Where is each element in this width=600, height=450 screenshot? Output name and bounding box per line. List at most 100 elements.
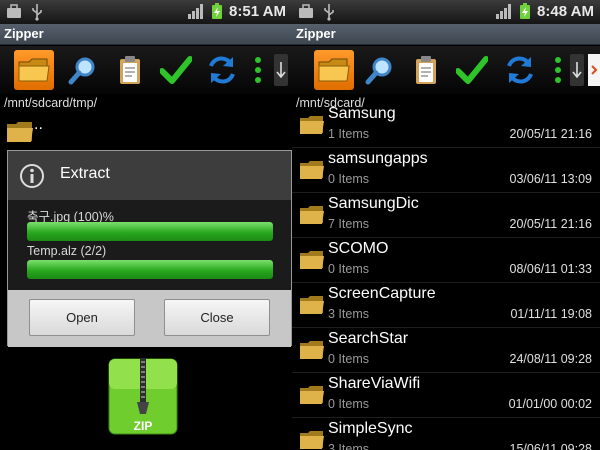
clipboard-icon [120,56,140,84]
item-count: 0 Items [328,352,369,366]
list-item[interactable]: SearchStar 0 Items 24/08/11 09:28 [292,328,600,373]
progress-bar-archive [27,260,273,279]
signal-icon [188,4,204,19]
folder-icon [300,431,324,449]
dialog-body: 축구.jpg (100)% Temp.alz (2/2) [8,200,291,290]
progress-label-archive: Temp.alz (2/2) [27,244,107,258]
briefcase-icon [7,4,21,18]
select-button[interactable] [452,50,492,90]
checkmark-icon [456,56,488,84]
dialog-title: Extract [60,165,110,182]
folder-name: SCOMO [328,240,389,257]
folder-icon [318,58,350,82]
clipboard-button[interactable] [110,50,150,90]
toolbar [292,46,600,94]
left-screen: 8:51 AM Zipper /mnt/sdcard/tmp/ .. Extra… [0,0,292,450]
zip-label: ZIP [134,419,153,433]
item-count: 3 Items [328,307,369,321]
clock: 8:48 AM [537,2,594,20]
modified-date: 01/01/00 00:02 [508,397,592,411]
item-count: 0 Items [328,397,369,411]
folder-name: samsungapps [328,150,428,167]
list-item[interactable]: SCOMO 0 Items 08/06/11 01:33 [292,238,600,283]
scroll-down-button[interactable] [274,54,288,86]
folder-icon [7,122,33,142]
status-bar: 8:51 AM [0,0,292,24]
item-count: 3 Items [328,442,369,450]
progress-bar-file [27,222,273,241]
battery-charging-icon [212,3,223,19]
folder-button[interactable] [314,50,354,90]
info-icon [20,164,44,188]
chevron-right-icon [591,65,598,75]
toolbar [0,46,292,94]
modified-date: 01/11/11 19:08 [510,307,592,321]
battery-charging-icon [520,3,531,19]
zipper-app-icon[interactable]: ZIP [108,358,178,435]
folder-name: SamsungDic [328,195,419,212]
list-item[interactable]: SamsungDic 7 Items 20/05/11 21:16 [292,193,600,238]
modified-date: 24/08/11 09:28 [509,352,592,366]
item-count: 0 Items [328,262,369,276]
list-item[interactable]: Samsung 1 Items 20/05/11 21:16 [292,103,600,148]
close-button[interactable]: Close [164,299,270,336]
modified-date: 15/06/11 09:28 [509,442,592,450]
search-icon [365,57,392,85]
search-button[interactable] [63,50,103,90]
more-button[interactable] [246,50,270,90]
more-icon [255,57,261,83]
list-item[interactable]: ScreenCapture 3 Items 01/11/11 19:08 [292,283,600,328]
item-count: 0 Items [328,172,369,186]
list-item[interactable]: ShareViaWifi 0 Items 01/01/00 00:02 [292,373,600,418]
dialog-button-bar: Open Close [8,290,291,347]
folder-icon [300,251,324,269]
folder-button[interactable] [14,50,54,90]
refresh-icon [209,56,235,84]
more-button[interactable] [546,50,570,90]
folder-name: ShareViaWifi [328,375,421,392]
signal-icon [496,4,512,19]
modified-date: 03/06/11 13:09 [509,172,592,186]
arrow-down-icon [276,62,286,79]
select-button[interactable] [156,50,196,90]
arrow-down-icon [572,62,582,79]
folder-name: SearchStar [328,330,409,347]
refresh-icon [507,56,533,84]
scroll-down-button[interactable] [570,54,584,86]
clock: 8:51 AM [229,2,286,20]
extract-dialog: Extract 축구.jpg (100)% Temp.alz (2/2) Ope… [7,150,292,347]
list-item[interactable]: samsungapps 0 Items 03/06/11 13:09 [292,148,600,193]
refresh-button[interactable] [500,50,540,90]
folder-icon [300,386,324,404]
current-path: /mnt/sdcard/tmp/ [4,96,98,110]
progress-fill-archive [27,260,273,279]
modified-date: 20/05/11 21:16 [509,217,592,231]
refresh-button[interactable] [202,50,242,90]
folder-name: ScreenCapture [328,285,436,302]
search-icon [68,57,95,85]
progress-fill-file [27,222,273,241]
folder-icon [300,296,324,314]
folder-icon [300,116,324,134]
clipboard-button[interactable] [406,50,446,90]
usb-icon [32,4,42,21]
app-title-bar: Zipper [292,24,600,45]
app-title: Zipper [4,26,44,41]
usb-icon [324,4,334,21]
folder-name: Samsung [328,105,396,122]
list-item[interactable]: SimpleSync 3 Items 15/06/11 09:28 [292,418,600,450]
folder-icon [300,161,324,179]
checkmark-icon [160,56,192,84]
app-title-bar: Zipper [0,24,292,45]
file-list: Samsung 1 Items 20/05/11 21:16 samsungapps 0… [292,103,600,450]
open-button[interactable]: Open [29,299,135,336]
status-bar: 8:48 AM [292,0,600,24]
folder-icon [18,58,50,82]
parent-folder-item[interactable]: .. [0,110,292,155]
dialog-header: Extract [8,151,291,200]
modified-date: 08/06/11 01:33 [509,262,592,276]
item-count: 1 Items [328,127,369,141]
search-button[interactable] [360,50,400,90]
folder-name: SimpleSync [328,420,413,437]
scroll-right-button[interactable] [588,54,600,86]
